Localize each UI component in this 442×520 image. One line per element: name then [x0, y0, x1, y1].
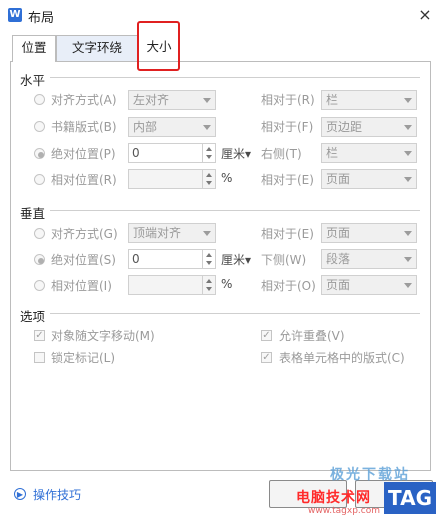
spin-up-icon[interactable]: [206, 279, 212, 283]
vertical-section-title: 垂直: [20, 206, 46, 221]
radio-h-alignment[interactable]: [34, 94, 45, 105]
tab-position[interactable]: 位置: [12, 35, 56, 62]
h-alignment-relative-label: 相对于(R): [261, 93, 315, 107]
h-relative-label: 相对位置(R): [51, 173, 117, 187]
v-alignment-label: 对齐方式(G): [51, 227, 118, 241]
radio-h-absolute[interactable]: [34, 148, 45, 159]
section-divider: [50, 77, 420, 78]
lock-anchor-label: 锁定标记(L): [51, 351, 116, 365]
v-alignment-relative-select[interactable]: 页面: [321, 223, 417, 243]
checkbox-move-with-text[interactable]: ✓: [34, 330, 45, 341]
v-relative-relative-label: 相对于(O): [261, 279, 316, 293]
watermark-brand: 电脑技术网: [296, 490, 371, 506]
radio-h-book-layout[interactable]: [34, 121, 45, 132]
table-cell-layout-label: 表格单元格中的版式(C): [279, 351, 405, 365]
spin-buttons[interactable]: [202, 276, 215, 294]
v-absolute-unit[interactable]: 厘米▾: [221, 251, 251, 268]
spin-up-icon[interactable]: [206, 173, 212, 177]
spin-down-icon[interactable]: [206, 155, 212, 159]
allow-overlap-label: 允许重叠(V): [279, 329, 345, 343]
h-alignment-label: 对齐方式(A): [51, 93, 117, 107]
chevron-down-icon: [404, 125, 412, 130]
highlight-box: [137, 21, 180, 71]
h-book-layout-relative-label: 相对于(F): [261, 120, 314, 134]
h-absolute-label: 绝对位置(P): [51, 147, 116, 161]
v-absolute-label: 绝对位置(S): [51, 253, 116, 267]
h-absolute-relative-select[interactable]: 栏: [321, 143, 417, 163]
radio-v-absolute[interactable]: [34, 254, 45, 265]
v-relative-label: 相对位置(I): [51, 279, 112, 293]
checkbox-allow-overlap[interactable]: ✓: [261, 330, 272, 341]
chevron-down-icon: [404, 283, 412, 288]
window-title: 布局: [28, 11, 55, 26]
help-tips-link[interactable]: 操作技巧: [33, 486, 81, 503]
h-book-layout-relative-select[interactable]: 页边距: [321, 117, 417, 137]
h-relative-input[interactable]: [128, 169, 216, 189]
chevron-down-icon: [203, 125, 211, 130]
horizontal-section-title: 水平: [20, 73, 46, 88]
v-relative-input[interactable]: [128, 275, 216, 295]
wps-writer-icon: W: [8, 8, 22, 22]
spin-buttons[interactable]: [202, 170, 215, 188]
spin-down-icon[interactable]: [206, 287, 212, 291]
h-relative-relative-select[interactable]: 页面: [321, 169, 417, 189]
v-absolute-relative-label: 下侧(W): [261, 253, 307, 267]
h-book-layout-select[interactable]: 内部: [128, 117, 216, 137]
spin-down-icon[interactable]: [206, 181, 212, 185]
chevron-down-icon: [203, 231, 211, 236]
h-book-layout-label: 书籍版式(B): [51, 120, 117, 134]
chevron-down-icon: [203, 98, 211, 103]
v-alignment-select[interactable]: 顶端对齐: [128, 223, 216, 243]
v-relative-unit: %: [221, 277, 233, 291]
radio-h-relative[interactable]: [34, 174, 45, 185]
h-absolute-input[interactable]: 0: [128, 143, 216, 163]
checkbox-lock-anchor[interactable]: [34, 352, 45, 363]
section-divider: [50, 210, 420, 211]
play-icon[interactable]: ▶: [14, 488, 26, 500]
h-alignment-relative-select[interactable]: 栏: [321, 90, 417, 110]
v-absolute-relative-select[interactable]: 段落: [321, 249, 417, 269]
v-alignment-relative-label: 相对于(E): [261, 227, 314, 241]
h-absolute-relative-label: 右侧(T): [261, 147, 302, 161]
chevron-down-icon: [404, 98, 412, 103]
v-absolute-input[interactable]: 0: [128, 249, 216, 269]
chevron-down-icon: [404, 151, 412, 156]
v-relative-relative-select[interactable]: 页面: [321, 275, 417, 295]
chevron-down-icon: [404, 177, 412, 182]
title-bar: W 布局 ×: [0, 0, 442, 30]
spin-buttons[interactable]: [202, 250, 215, 268]
options-section-title: 选项: [20, 309, 46, 324]
spin-up-icon[interactable]: [206, 147, 212, 151]
tab-text-wrap[interactable]: 文字环绕: [56, 35, 138, 61]
radio-v-relative[interactable]: [34, 280, 45, 291]
move-with-text-label: 对象随文字移动(M): [51, 329, 155, 343]
h-relative-unit: %: [221, 171, 233, 185]
watermark-url: www.tagxp.com: [308, 506, 380, 516]
section-divider: [50, 313, 420, 314]
close-icon[interactable]: ×: [414, 4, 436, 26]
h-absolute-unit[interactable]: 厘米▾: [221, 145, 251, 162]
watermark-tag-logo: TAG: [384, 482, 436, 514]
spin-buttons[interactable]: [202, 144, 215, 162]
h-alignment-select[interactable]: 左对齐: [128, 90, 216, 110]
chevron-down-icon: [404, 231, 412, 236]
checkbox-table-cell-layout[interactable]: ✓: [261, 352, 272, 363]
spin-up-icon[interactable]: [206, 253, 212, 257]
spin-down-icon[interactable]: [206, 261, 212, 265]
radio-v-alignment[interactable]: [34, 228, 45, 239]
chevron-down-icon: [404, 257, 412, 262]
h-relative-relative-label: 相对于(E): [261, 173, 314, 187]
watermark-top-text: 极光下载站: [330, 467, 410, 483]
